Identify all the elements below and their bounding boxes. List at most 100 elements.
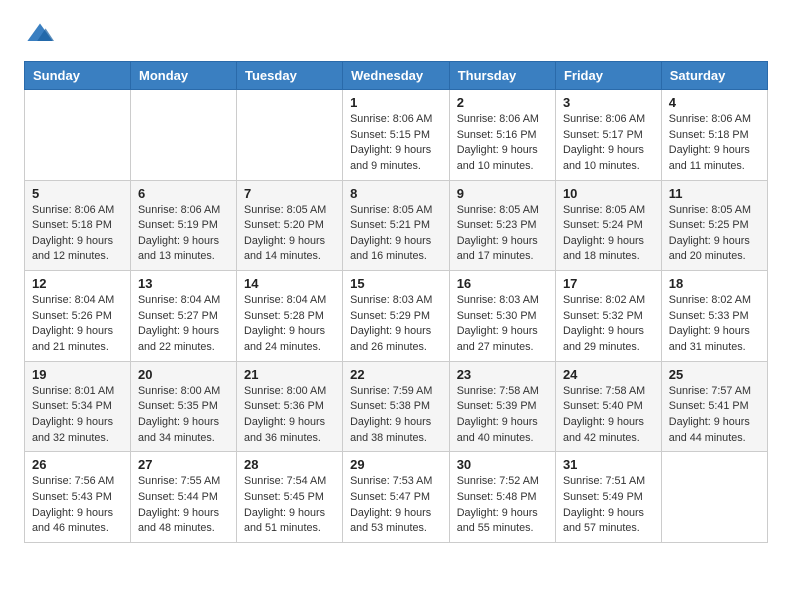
- day-number: 13: [138, 276, 229, 291]
- calendar-cell: [130, 90, 236, 181]
- calendar-cell: 13 Sunrise: 8:04 AMSunset: 5:27 PMDayligh…: [130, 271, 236, 362]
- calendar-cell: 20 Sunrise: 8:00 AMSunset: 5:35 PMDayligh…: [130, 361, 236, 452]
- calendar-cell: 2 Sunrise: 8:06 AMSunset: 5:16 PMDaylight…: [449, 90, 555, 181]
- day-info: Sunrise: 7:52 AMSunset: 5:48 PMDaylight:…: [457, 474, 548, 537]
- calendar-header-tuesday: Tuesday: [237, 62, 343, 90]
- day-info: Sunrise: 8:04 AMSunset: 5:27 PMDaylight:…: [138, 293, 229, 356]
- logo: [24, 20, 54, 53]
- day-number: 14: [244, 276, 335, 291]
- day-info: Sunrise: 8:01 AMSunset: 5:34 PMDaylight:…: [32, 384, 123, 447]
- calendar-header-thursday: Thursday: [449, 62, 555, 90]
- day-info: Sunrise: 8:04 AMSunset: 5:28 PMDaylight:…: [244, 293, 335, 356]
- calendar-cell: 27 Sunrise: 7:55 AMSunset: 5:44 PMDayligh…: [130, 452, 236, 543]
- calendar-cell: [661, 452, 767, 543]
- day-info: Sunrise: 8:02 AMSunset: 5:32 PMDaylight:…: [563, 293, 654, 356]
- calendar-cell: 24 Sunrise: 7:58 AMSunset: 5:40 PMDayligh…: [555, 361, 661, 452]
- day-number: 25: [669, 367, 760, 382]
- calendar-week-row: 1 Sunrise: 8:06 AMSunset: 5:15 PMDaylight…: [25, 90, 768, 181]
- day-number: 18: [669, 276, 760, 291]
- day-info: Sunrise: 8:06 AMSunset: 5:19 PMDaylight:…: [138, 203, 229, 266]
- day-info: Sunrise: 8:06 AMSunset: 5:18 PMDaylight:…: [32, 203, 123, 266]
- day-number: 22: [350, 367, 442, 382]
- day-info: Sunrise: 8:05 AMSunset: 5:21 PMDaylight:…: [350, 203, 442, 266]
- calendar-header-saturday: Saturday: [661, 62, 767, 90]
- day-number: 21: [244, 367, 335, 382]
- day-number: 8: [350, 186, 442, 201]
- day-number: 30: [457, 457, 548, 472]
- day-info: Sunrise: 8:05 AMSunset: 5:20 PMDaylight:…: [244, 203, 335, 266]
- calendar-cell: 28 Sunrise: 7:54 AMSunset: 5:45 PMDayligh…: [237, 452, 343, 543]
- day-number: 15: [350, 276, 442, 291]
- day-info: Sunrise: 8:05 AMSunset: 5:25 PMDaylight:…: [669, 203, 760, 266]
- day-info: Sunrise: 8:06 AMSunset: 5:18 PMDaylight:…: [669, 112, 760, 175]
- day-number: 24: [563, 367, 654, 382]
- day-number: 5: [32, 186, 123, 201]
- calendar-cell: 11 Sunrise: 8:05 AMSunset: 5:25 PMDayligh…: [661, 180, 767, 271]
- day-number: 11: [669, 186, 760, 201]
- day-info: Sunrise: 7:55 AMSunset: 5:44 PMDaylight:…: [138, 474, 229, 537]
- day-info: Sunrise: 7:57 AMSunset: 5:41 PMDaylight:…: [669, 384, 760, 447]
- day-info: Sunrise: 7:56 AMSunset: 5:43 PMDaylight:…: [32, 474, 123, 537]
- day-number: 10: [563, 186, 654, 201]
- day-info: Sunrise: 8:04 AMSunset: 5:26 PMDaylight:…: [32, 293, 123, 356]
- calendar-cell: 19Sunrise: 8:01 AMSunset: 5:34 PMDayligh…: [25, 361, 131, 452]
- day-info: Sunrise: 8:06 AMSunset: 5:17 PMDaylight:…: [563, 112, 654, 175]
- calendar-cell: 14 Sunrise: 8:04 AMSunset: 5:28 PMDayligh…: [237, 271, 343, 362]
- day-number: 4: [669, 95, 760, 110]
- calendar-cell: 1 Sunrise: 8:06 AMSunset: 5:15 PMDaylight…: [343, 90, 450, 181]
- day-info: Sunrise: 8:02 AMSunset: 5:33 PMDaylight:…: [669, 293, 760, 356]
- calendar-week-row: 19Sunrise: 8:01 AMSunset: 5:34 PMDayligh…: [25, 361, 768, 452]
- day-info: Sunrise: 8:00 AMSunset: 5:36 PMDaylight:…: [244, 384, 335, 447]
- day-info: Sunrise: 8:00 AMSunset: 5:35 PMDaylight:…: [138, 384, 229, 447]
- day-number: 1: [350, 95, 442, 110]
- day-number: 12: [32, 276, 123, 291]
- day-number: 7: [244, 186, 335, 201]
- calendar-header-monday: Monday: [130, 62, 236, 90]
- day-number: 16: [457, 276, 548, 291]
- day-info: Sunrise: 8:06 AMSunset: 5:15 PMDaylight:…: [350, 112, 442, 175]
- day-number: 31: [563, 457, 654, 472]
- calendar-week-row: 5 Sunrise: 8:06 AMSunset: 5:18 PMDaylight…: [25, 180, 768, 271]
- day-info: Sunrise: 8:05 AMSunset: 5:24 PMDaylight:…: [563, 203, 654, 266]
- day-number: 27: [138, 457, 229, 472]
- day-number: 26: [32, 457, 123, 472]
- calendar-header-wednesday: Wednesday: [343, 62, 450, 90]
- calendar-header-sunday: Sunday: [25, 62, 131, 90]
- calendar-header-row: SundayMondayTuesdayWednesdayThursdayFrid…: [25, 62, 768, 90]
- day-number: 6: [138, 186, 229, 201]
- day-info: Sunrise: 7:58 AMSunset: 5:40 PMDaylight:…: [563, 384, 654, 447]
- calendar-cell: 30 Sunrise: 7:52 AMSunset: 5:48 PMDayligh…: [449, 452, 555, 543]
- calendar-cell: 3 Sunrise: 8:06 AMSunset: 5:17 PMDaylight…: [555, 90, 661, 181]
- day-number: 2: [457, 95, 548, 110]
- calendar-cell: 22 Sunrise: 7:59 AMSunset: 5:38 PMDayligh…: [343, 361, 450, 452]
- day-info: Sunrise: 7:59 AMSunset: 5:38 PMDaylight:…: [350, 384, 442, 447]
- calendar-cell: 15 Sunrise: 8:03 AMSunset: 5:29 PMDayligh…: [343, 271, 450, 362]
- calendar-cell: 16 Sunrise: 8:03 AMSunset: 5:30 PMDayligh…: [449, 271, 555, 362]
- calendar-cell: 12 Sunrise: 8:04 AMSunset: 5:26 PMDayligh…: [25, 271, 131, 362]
- day-info: Sunrise: 8:06 AMSunset: 5:16 PMDaylight:…: [457, 112, 548, 175]
- calendar-cell: 9Sunrise: 8:05 AMSunset: 5:23 PMDaylight…: [449, 180, 555, 271]
- logo-icon: [26, 20, 54, 48]
- day-number: 17: [563, 276, 654, 291]
- calendar-cell: 10 Sunrise: 8:05 AMSunset: 5:24 PMDayligh…: [555, 180, 661, 271]
- day-number: 20: [138, 367, 229, 382]
- day-number: 9: [457, 186, 548, 201]
- calendar-cell: 18 Sunrise: 8:02 AMSunset: 5:33 PMDayligh…: [661, 271, 767, 362]
- day-number: 29: [350, 457, 442, 472]
- day-info: Sunrise: 7:54 AMSunset: 5:45 PMDaylight:…: [244, 474, 335, 537]
- calendar-cell: [25, 90, 131, 181]
- calendar-cell: 4 Sunrise: 8:06 AMSunset: 5:18 PMDaylight…: [661, 90, 767, 181]
- day-info: Sunrise: 8:03 AMSunset: 5:30 PMDaylight:…: [457, 293, 548, 356]
- calendar-cell: 31Sunrise: 7:51 AMSunset: 5:49 PMDayligh…: [555, 452, 661, 543]
- day-info: Sunrise: 8:03 AMSunset: 5:29 PMDaylight:…: [350, 293, 442, 356]
- calendar-cell: 6 Sunrise: 8:06 AMSunset: 5:19 PMDaylight…: [130, 180, 236, 271]
- calendar-cell: 7 Sunrise: 8:05 AMSunset: 5:20 PMDaylight…: [237, 180, 343, 271]
- calendar-cell: 23Sunrise: 7:58 AMSunset: 5:39 PMDayligh…: [449, 361, 555, 452]
- day-number: 3: [563, 95, 654, 110]
- calendar-header-friday: Friday: [555, 62, 661, 90]
- calendar-cell: 25 Sunrise: 7:57 AMSunset: 5:41 PMDayligh…: [661, 361, 767, 452]
- page-header: [24, 20, 768, 53]
- day-number: 28: [244, 457, 335, 472]
- calendar-week-row: 26 Sunrise: 7:56 AMSunset: 5:43 PMDayligh…: [25, 452, 768, 543]
- calendar-cell: 17 Sunrise: 8:02 AMSunset: 5:32 PMDayligh…: [555, 271, 661, 362]
